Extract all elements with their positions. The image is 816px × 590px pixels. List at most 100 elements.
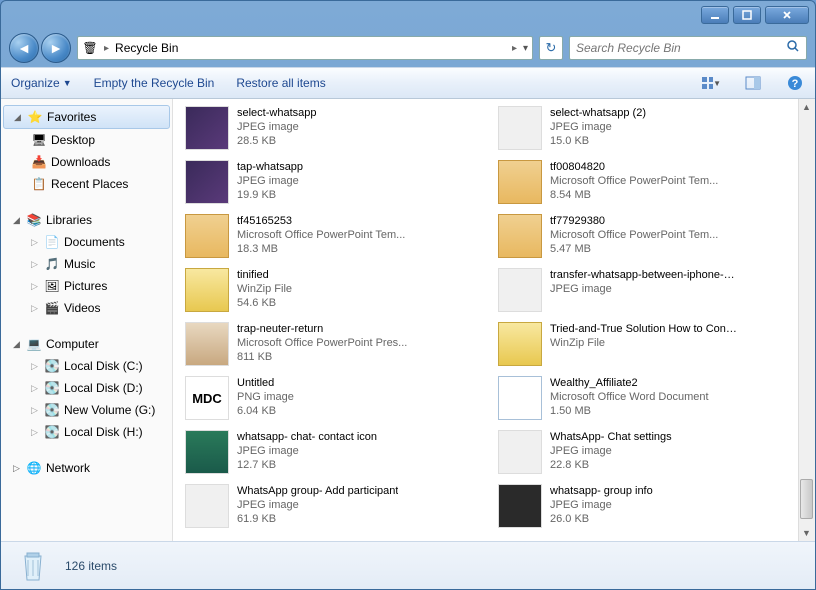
search-icon[interactable]	[786, 39, 800, 58]
empty-recycle-bin-button[interactable]: Empty the Recycle Bin	[94, 76, 215, 90]
file-type: JPEG image	[550, 444, 672, 458]
file-item[interactable]: tinifiedWinZip File54.6 KB	[181, 265, 494, 319]
downloads-icon: 📥	[31, 154, 47, 170]
minimize-button[interactable]	[701, 6, 729, 24]
file-item[interactable]: tf77929380Microsoft Office PowerPoint Te…	[494, 211, 807, 265]
file-type: Microsoft Office PowerPoint Pres...	[237, 336, 407, 350]
file-thumbnail	[498, 106, 542, 150]
nav-downloads[interactable]: 📥Downloads	[1, 151, 172, 173]
drive-icon: 💽	[44, 358, 60, 374]
file-item[interactable]: transfer-whatsapp-between-iphone-whatsap…	[494, 265, 807, 319]
file-name: select-whatsapp	[237, 106, 317, 120]
network-group[interactable]: ▷ 🌐 Network	[1, 457, 172, 479]
address-dropdown-icon[interactable]: ▾	[523, 43, 528, 54]
nav-videos[interactable]: ▷🎬Videos	[1, 297, 172, 319]
file-size: 6.04 KB	[237, 404, 294, 418]
nav-music[interactable]: ▷🎵Music	[1, 253, 172, 275]
documents-icon: 📄	[44, 234, 60, 250]
search-input[interactable]	[576, 41, 786, 55]
file-type: PNG image	[237, 390, 294, 404]
scroll-down-icon[interactable]: ▼	[800, 525, 813, 541]
file-item[interactable]: MDCUntitledPNG image6.04 KB	[181, 373, 494, 427]
search-bar[interactable]	[569, 36, 807, 60]
file-item[interactable]: WhatsApp group- Add participantJPEG imag…	[181, 481, 494, 535]
expand-icon: ▷	[13, 463, 22, 474]
nav-recent-places[interactable]: 📋Recent Places	[1, 173, 172, 195]
forward-button[interactable]: ►	[41, 33, 71, 63]
organize-menu[interactable]: Organize ▼	[11, 76, 72, 90]
file-name: trap-neuter-return	[237, 322, 407, 336]
file-size: 8.54 MB	[550, 188, 718, 202]
refresh-button[interactable]: ↻	[539, 36, 563, 60]
file-thumbnail	[185, 430, 229, 474]
collapse-icon: ◢	[13, 215, 22, 226]
file-name: select-whatsapp (2)	[550, 106, 646, 120]
file-item[interactable]: whatsapp- chat- contact iconJPEG image12…	[181, 427, 494, 481]
maximize-button[interactable]	[733, 6, 761, 24]
file-name: tf77929380	[550, 214, 718, 228]
file-type: JPEG image	[550, 120, 646, 134]
expand-icon: ▷	[31, 259, 40, 270]
file-size: 18.3 MB	[237, 242, 405, 256]
nav-local-disk-h[interactable]: ▷💽Local Disk (H:)	[1, 421, 172, 443]
nav-new-volume-g[interactable]: ▷💽New Volume (G:)	[1, 399, 172, 421]
address-sep-icon: ▸	[512, 43, 517, 54]
file-item[interactable]: trap-neuter-returnMicrosoft Office Power…	[181, 319, 494, 373]
file-type: WinZip File	[550, 336, 740, 350]
nav-local-disk-c[interactable]: ▷💽Local Disk (C:)	[1, 355, 172, 377]
back-button[interactable]: ◄	[9, 33, 39, 63]
status-text: 126 items	[65, 559, 117, 573]
file-item[interactable]: tf45165253Microsoft Office PowerPoint Te…	[181, 211, 494, 265]
favorites-group[interactable]: ◢ ⭐ Favorites	[3, 105, 170, 129]
file-item[interactable]: whatsapp- group infoJPEG image26.0 KB	[494, 481, 807, 535]
file-type: JPEG image	[237, 444, 377, 458]
scroll-thumb[interactable]	[800, 479, 813, 519]
close-button[interactable]	[765, 6, 809, 24]
file-type: JPEG image	[237, 174, 303, 188]
libraries-group[interactable]: ◢ 📚 Libraries	[1, 209, 172, 231]
file-thumbnail	[498, 160, 542, 204]
nav-label: Favorites	[47, 110, 96, 124]
file-type: Microsoft Office PowerPoint Tem...	[550, 228, 718, 242]
network-icon: 🌐	[26, 460, 42, 476]
toolbar: Organize ▼ Empty the Recycle Bin Restore…	[1, 67, 815, 99]
file-size: 12.7 KB	[237, 458, 377, 472]
file-item[interactable]: Wealthy_Affiliate2Microsoft Office Word …	[494, 373, 807, 427]
help-button[interactable]: ?	[785, 73, 805, 93]
nav-local-disk-d[interactable]: ▷💽Local Disk (D:)	[1, 377, 172, 399]
file-thumbnail	[498, 268, 542, 312]
file-item[interactable]: tf00804820Microsoft Office PowerPoint Te…	[494, 157, 807, 211]
expand-icon: ▷	[31, 281, 40, 292]
view-options-button[interactable]: ▼	[701, 73, 721, 93]
computer-group[interactable]: ◢ 💻 Computer	[1, 333, 172, 355]
file-size: 22.8 KB	[550, 458, 672, 472]
file-thumbnail: MDC	[185, 376, 229, 420]
expand-icon: ▷	[31, 361, 40, 372]
file-type: JPEG image	[237, 498, 398, 512]
file-item[interactable]: select-whatsapp (2)JPEG image15.0 KB	[494, 103, 807, 157]
desktop-icon: 🖥	[31, 132, 47, 148]
file-item[interactable]: select-whatsappJPEG image28.5 KB	[181, 103, 494, 157]
file-item[interactable]: tap-whatsappJPEG image19.9 KB	[181, 157, 494, 211]
collapse-icon: ◢	[13, 339, 22, 350]
favorites-icon: ⭐	[27, 109, 43, 125]
scrollbar[interactable]: ▲ ▼	[798, 99, 815, 541]
nav-pane: ◢ ⭐ Favorites 🖥Desktop 📥Downloads 📋Recen…	[1, 99, 173, 541]
preview-pane-button[interactable]	[743, 73, 763, 93]
restore-all-button[interactable]: Restore all items	[236, 76, 325, 90]
videos-icon: 🎬	[44, 300, 60, 316]
file-name: WhatsApp group- Add participant	[237, 484, 398, 498]
file-name: transfer-whatsapp-between-iphone-whatsap…	[550, 268, 740, 282]
nav-pictures[interactable]: ▷🖼Pictures	[1, 275, 172, 297]
expand-icon: ▷	[31, 383, 40, 394]
nav-desktop[interactable]: 🖥Desktop	[1, 129, 172, 151]
file-size: 15.0 KB	[550, 134, 646, 148]
file-item[interactable]: WhatsApp- Chat settingsJPEG image22.8 KB	[494, 427, 807, 481]
file-type: Microsoft Office Word Document	[550, 390, 709, 404]
file-item[interactable]: Tried-and-True Solution How to Convert M…	[494, 319, 807, 373]
address-bar[interactable]: 🗑 ▸ Recycle Bin ▸ ▾	[77, 36, 533, 60]
file-thumbnail	[498, 322, 542, 366]
recent-icon: 📋	[31, 176, 47, 192]
scroll-up-icon[interactable]: ▲	[800, 99, 813, 115]
nav-documents[interactable]: ▷📄Documents	[1, 231, 172, 253]
